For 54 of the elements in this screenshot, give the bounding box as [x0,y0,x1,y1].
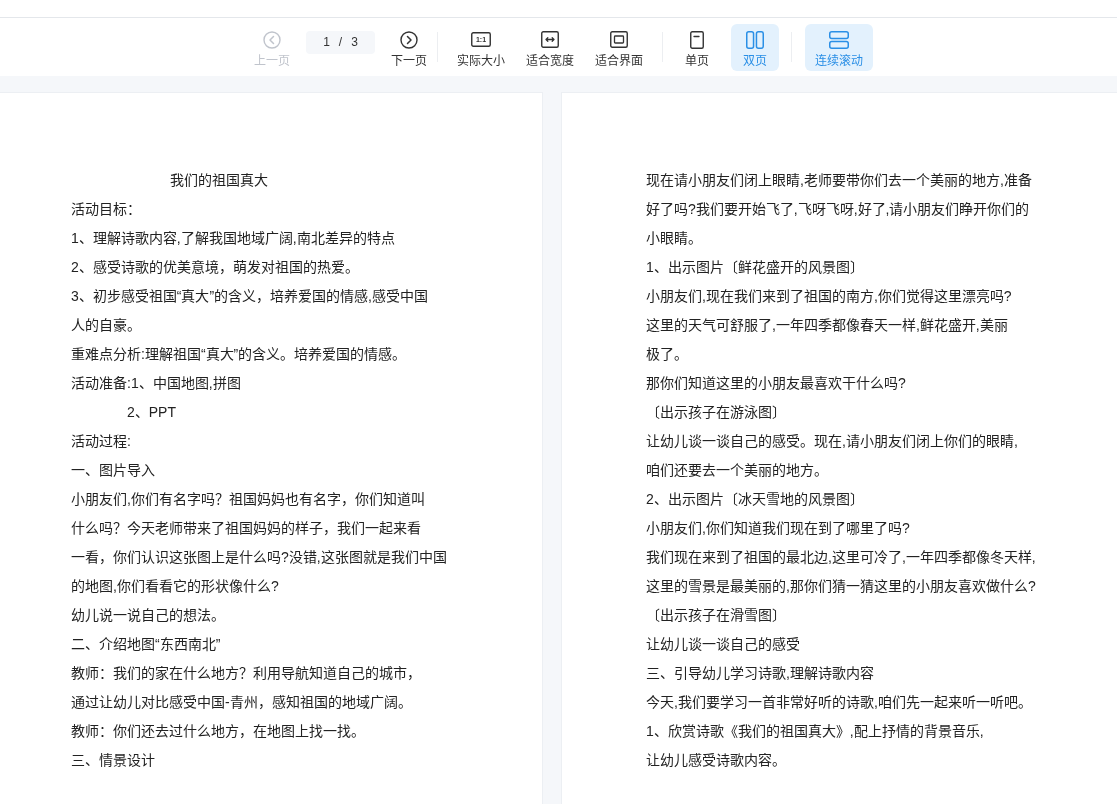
right-arrow-circle-icon [400,30,418,49]
text-line: 咱们还要去一个美丽的地方。 [646,461,828,480]
text-line: 2、感受诗歌的优美意境，萌发对祖国的热爱。 [71,258,359,277]
text-line: 1、欣赏诗歌《我们的祖国真大》,配上抒情的背景音乐, [646,722,984,741]
text-line: 教师：我们的家在什么地方？利用导航知道自己的城市， [71,664,421,683]
text-line: 极了。 [646,345,688,364]
text-line: 让幼儿谈一谈自己的感受。现在,请小朋友们闭上你们的眼睛, [646,432,1018,451]
text-line: 三、情景设计 [71,751,155,770]
text-line: 这里的天气可舒服了,一年四季都像春天一样,鲜花盛开,美丽 [646,316,1008,335]
text-line: 2、PPT [127,403,176,422]
frame-icon [610,31,628,48]
left-arrow-circle-icon [263,30,281,49]
text-line: 小朋友们,你们有名字吗？祖国妈妈也有名字，你们知道叫 [71,490,425,509]
text-line: 重难点分析:理解祖国“真大”的含义。培养爱国的情感。 [71,345,407,364]
text-line: 2、出示图片〔冰天雪地的风景图〕 [646,490,864,509]
text-line: 二、介绍地图“东西南北” [71,635,221,654]
text-line: 小眼睛。 [646,229,702,248]
text-line: 今天,我们要学习一首非常好听的诗歌,咱们先一起来听一听吧。 [646,693,1032,712]
two-rows-icon [829,30,849,49]
two-columns-icon [746,30,764,49]
document-title: 我们的祖国真大 [170,171,268,190]
fit-page-button[interactable]: 适合界面 [585,23,653,71]
text-line: 好了吗?我们要开始飞了,飞呀飞呀,好了,请小朋友们睁开你们的 [646,200,1030,219]
text-line: 一、图片导入 [71,461,155,480]
text-line: 1、出示图片〔鲜花盛开的风景图〕 [646,258,864,277]
text-line: 教师：你们还去过什么地方，在地图上找一找。 [71,722,365,741]
text-line: 活动准备:1、中国地图,拼图 [71,374,241,393]
text-line: 这里的雪景是最美丽的,那你们猜一猜这里的小朋友喜欢做什么? [646,577,1036,596]
text-line: 什么吗？今天老师带来了祖国妈妈的样子，我们一起来看 [71,519,421,538]
text-line: 活动过程: [71,432,131,451]
text-line: 小朋友们,现在我们来到了祖国的南方,你们觉得这里漂亮吗? [646,287,1012,306]
text-line: 的地图,你们看看它的形状像什么? [71,577,279,596]
horizontal-arrows-icon [541,31,559,48]
text-line: 1、理解诗歌内容,了解我国地域广阔,南北差异的特点 [71,229,395,248]
next-page-button[interactable]: 下一页 [381,23,437,71]
text-line: 人的自豪。 [71,316,141,335]
page-number-field[interactable]: 1 / 3 [306,30,375,54]
text-line: 一看，你们认识这张图上是什么吗?没错,这张图就是我们中国 [71,548,447,567]
page-icon [690,30,704,49]
single-page-button[interactable]: 单页 [673,23,721,71]
fit-width-button[interactable]: 适合宽度 [516,23,584,71]
text-line: 让幼儿感受诗歌内容。 [646,751,786,770]
text-line: 让幼儿谈一谈自己的感受 [646,635,800,654]
text-line: 通过让幼儿对比感受中国-青州，感知祖国的地域广阔。 [71,693,412,712]
text-line: 小朋友们,你们知道我们现在到了哪里了吗? [646,519,910,538]
text-line: 三、引导幼儿学习诗歌,理解诗歌内容 [646,664,874,683]
text-line: 现在请小朋友们闭上眼睛,老师要带你们去一个美丽的地方,准备 [646,171,1032,190]
text-line: 幼儿说一说自己的想法。 [71,606,225,625]
text-line: 3、初步感受祖国“真大”的含义，培养爱国的情感,感受中国 [71,287,428,306]
text-line: 我们现在来到了祖国的最北边,这里可冷了,一年四季都像冬天样, [646,548,1036,567]
text-line: 那你们知道这里的小朋友最喜欢干什么吗? [646,374,906,393]
text-line: 活动目标： [71,200,141,219]
text-line: 〔出示孩子在游泳图〕 [646,403,786,422]
text-line: 〔出示孩子在滑雪图〕 [646,606,786,625]
